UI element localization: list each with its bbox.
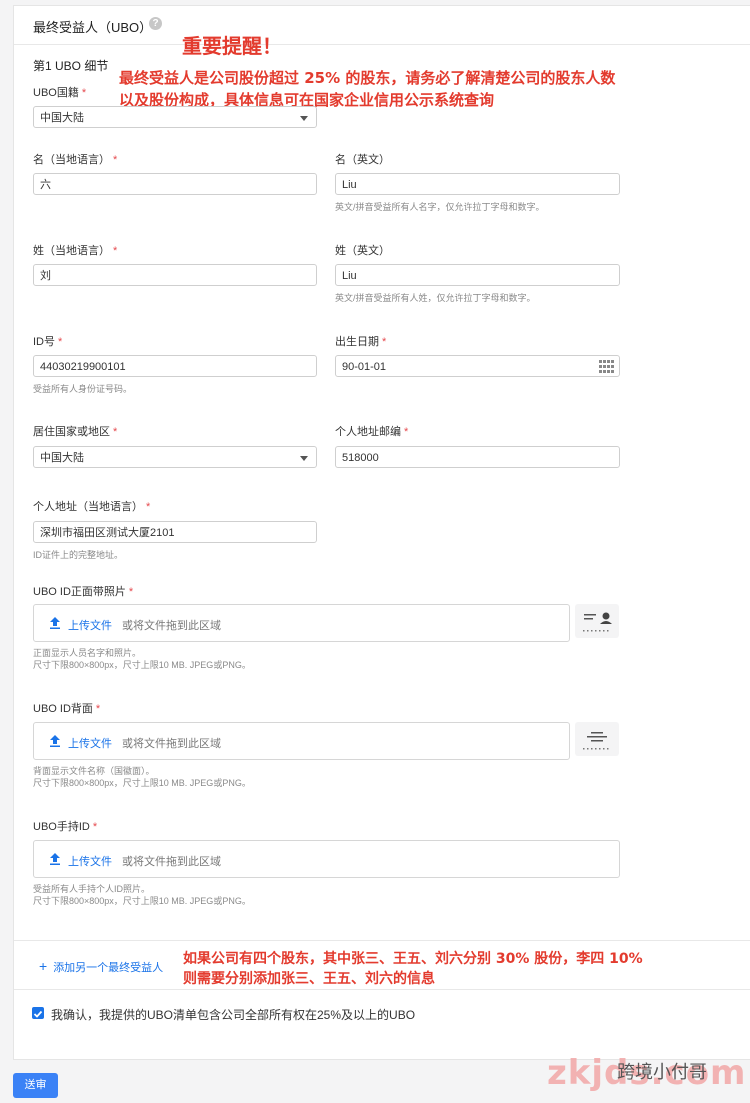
important-reminder-line1: 最终受益人是公司股份超过 25% 的股东，请务必了解清楚公司的股东人数 [119,69,616,87]
residence-select[interactable]: 中国大陆 [33,446,317,468]
address-hint: ID证件上的完整地址。 [33,550,124,560]
help-icon[interactable]: ? [149,17,162,30]
id-back-upload[interactable]: 上传文件 或将文件拖到此区域 [33,722,570,760]
address-input[interactable]: 深圳市福田区测试大厦2101 [33,521,317,543]
drop-zone-text: 或将文件拖到此区域 [122,738,221,750]
last-name-local-label: 姓（当地语言） * [33,245,118,257]
chevron-down-icon [300,456,308,461]
upload-icon [50,853,60,865]
last-name-local-input[interactable]: 刘 [33,264,317,286]
watermark-author: 跨境小付哥 [617,1062,707,1083]
id-front-label: UBO ID正面带照片 * [33,586,134,598]
divider [14,940,750,941]
card-header: 最终受益人（UBO） ? [14,6,750,45]
example-note-line2: 则需要分别添加张三、王五、刘六的信息 [183,971,435,987]
chevron-down-icon [300,116,308,121]
dob-label: 出生日期 * [335,336,387,348]
last-name-en-input[interactable]: Liu [335,264,620,286]
address-label: 个人地址（当地语言） * [33,501,151,513]
upload-file-link[interactable]: 上传文件 [68,617,112,633]
last-name-en-label: 姓（英文） [335,245,390,257]
ubo-form-card: 最终受益人（UBO） ? 重要提醒！ 最终受益人是公司股份超过 25% 的股东，… [13,5,750,1060]
example-note-line1: 如果公司有四个股东，其中张三、王五、刘六分别 30% 股份，李四 10% [183,951,643,967]
ubo-section-title: 第1 UBO 细节 [33,59,109,73]
dob-input[interactable]: 90-01-01 [335,355,620,377]
important-reminder-title: 重要提醒！ [182,34,282,58]
handheld-id-label: UBO手持ID * [33,821,98,833]
residence-label: 居住国家或地区 * [33,426,118,438]
id-number-hint: 受益所有人身份证号码。 [33,384,133,394]
id-back-sample-icon [575,722,619,756]
calendar-icon[interactable] [599,360,614,374]
id-back-label: UBO ID背面 * [33,703,101,715]
page-title: 最终受益人（UBO） [33,20,153,35]
postcode-input[interactable]: 518000 [335,446,620,468]
id-front-hint1: 正面显示人员名字和照片。 [33,648,142,658]
confirm-text: 我确认，我提供的UBO清单包含公司全部所有权在25%及以上的UBO [51,1008,416,1022]
nationality-select[interactable]: 中国大陆 [33,106,317,128]
first-name-en-hint: 英文/拼音受益所有人名字，仅允许拉丁字母和数字。 [335,202,545,212]
first-name-local-label: 名（当地语言） * [33,154,118,166]
divider [14,989,750,990]
handheld-id-upload[interactable]: 上传文件 或将文件拖到此区域 [33,840,620,878]
handheld-id-hint2: 尺寸下限800×800px，尺寸上限10 MB. JPEG或PNG。 [33,896,251,906]
upload-icon [50,735,60,747]
upload-file-link[interactable]: 上传文件 [68,853,112,869]
first-name-en-input[interactable]: Liu [335,173,620,195]
id-front-upload[interactable]: 上传文件 或将文件拖到此区域 [33,604,570,642]
add-ubo-button[interactable]: + 添加另一个最终受益人 [39,958,163,975]
first-name-en-label: 名（英文） [335,154,390,166]
upload-file-link[interactable]: 上传文件 [68,735,112,751]
id-front-sample-icon [575,604,619,638]
id-back-hint2: 尺寸下限800×800px，尺寸上限10 MB. JPEG或PNG。 [33,778,251,788]
id-number-label: ID号 * [33,336,63,348]
upload-icon [50,617,60,629]
first-name-local-input[interactable]: 六 [33,173,317,195]
postcode-label: 个人地址邮编 * [335,426,409,438]
drop-zone-text: 或将文件拖到此区域 [122,856,221,868]
submit-button[interactable]: 送审 [13,1073,58,1098]
id-back-hint1: 背面显示文件名称（国徽面）。 [33,766,155,776]
last-name-en-hint: 英文/拼音受益所有人姓，仅允许拉丁字母和数字。 [335,293,536,303]
nationality-label: UBO国籍 * [33,87,87,99]
drop-zone-text: 或将文件拖到此区域 [122,620,221,632]
check-icon [33,1010,43,1018]
confirm-checkbox[interactable] [32,1007,44,1019]
plus-icon: + [39,958,48,974]
handheld-id-hint1: 受益所有人手持个人ID照片。 [33,884,151,894]
id-front-hint2: 尺寸下限800×800px，尺寸上限10 MB. JPEG或PNG。 [33,660,251,670]
id-number-input[interactable]: 44030219900101 [33,355,317,377]
